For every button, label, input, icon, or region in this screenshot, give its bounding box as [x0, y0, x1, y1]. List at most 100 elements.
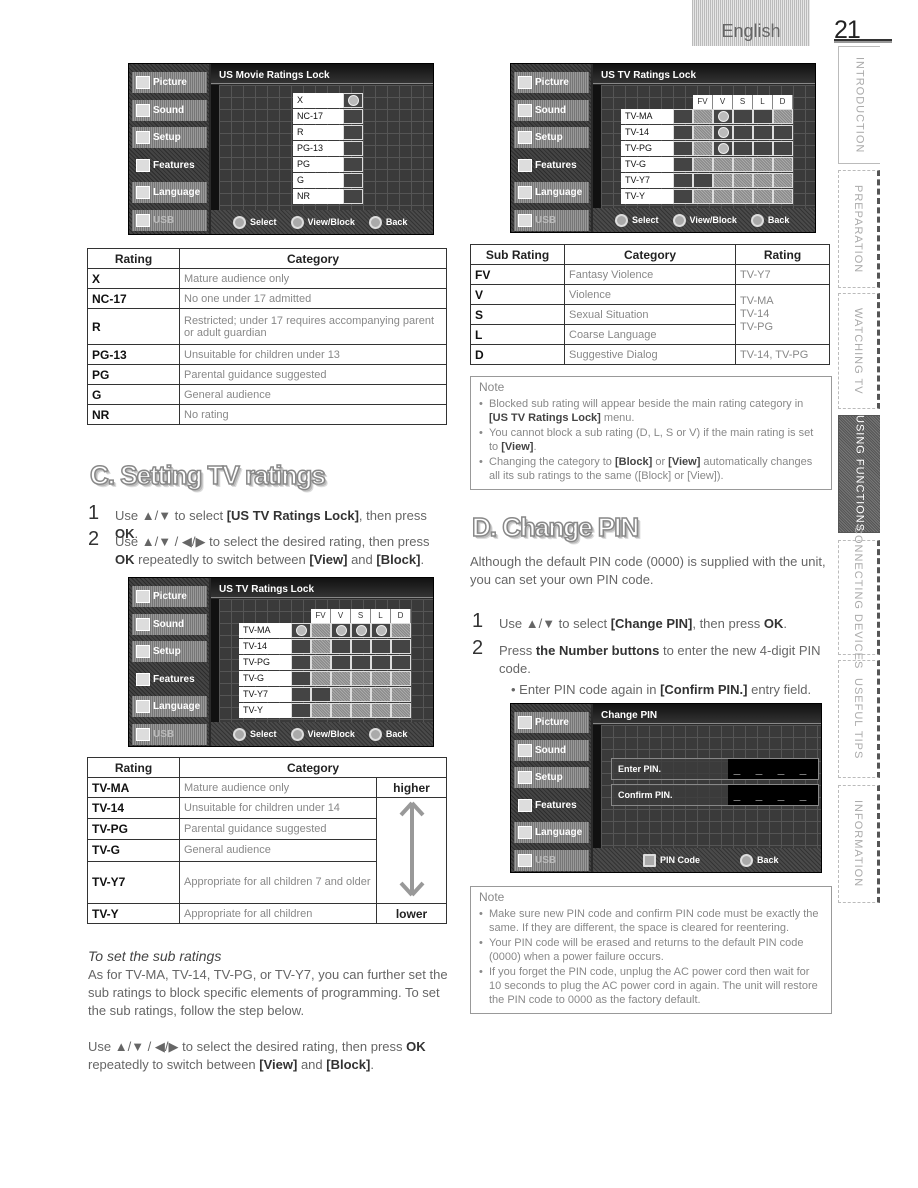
sub-lock-cell[interactable]	[713, 109, 733, 124]
tv-menu-item-features[interactable]: Features	[132, 669, 207, 690]
main-view-cell[interactable]	[673, 189, 693, 204]
movie-rating-row[interactable]: R	[293, 125, 363, 140]
movie-rating-row[interactable]: PG-13	[293, 141, 363, 156]
sub-lock-cell[interactable]	[331, 623, 351, 638]
tv-menu-item-usb[interactable]: USB	[514, 850, 589, 871]
movie-rating-row[interactable]: NR	[293, 189, 363, 204]
sub-view-cell[interactable]	[733, 109, 753, 124]
sub-view-cell[interactable]	[351, 639, 371, 654]
sub-view-cell[interactable]	[773, 141, 793, 156]
sub-view-cell[interactable]	[733, 125, 753, 140]
view-cell[interactable]	[343, 173, 363, 188]
view-cell[interactable]	[343, 157, 363, 172]
sub-lock-cell[interactable]	[371, 623, 391, 638]
sub-view-cell[interactable]	[371, 639, 391, 654]
tv-rating-row[interactable]: TV-G	[239, 671, 411, 686]
lock-cell[interactable]	[343, 93, 363, 108]
tv-menu-item-picture[interactable]: Picture	[132, 586, 207, 607]
tv-menu-item-features[interactable]: Features	[514, 155, 589, 176]
tv-menu-item-features[interactable]: Features	[132, 155, 207, 176]
tv-menu-item-setup[interactable]: Setup	[514, 767, 589, 788]
main-view-cell[interactable]	[291, 671, 311, 686]
tv-menu-item-usb[interactable]: USB	[132, 724, 207, 745]
sub-view-cell[interactable]	[331, 639, 351, 654]
tv-menu-item-setup[interactable]: Setup	[132, 641, 207, 662]
tv-rating-row[interactable]: TV-Y	[239, 703, 411, 718]
main-view-cell[interactable]	[291, 639, 311, 654]
tv-rating-row[interactable]: TV-Y	[621, 189, 793, 204]
side-tab-using-functions[interactable]: USING FUNCTIONS	[838, 415, 880, 533]
sub-lock-cell[interactable]	[713, 125, 733, 140]
view-cell[interactable]	[343, 109, 363, 124]
tv-menu-item-sound[interactable]: Sound	[514, 740, 589, 761]
rating-label: TV-MA	[621, 109, 673, 124]
main-view-cell[interactable]	[673, 157, 693, 172]
tv-rating-row[interactable]: TV-Y7	[621, 173, 793, 188]
sub-view-cell[interactable]	[773, 125, 793, 140]
side-tab-useful-tips[interactable]: USEFUL TIPS	[838, 660, 880, 778]
side-tab-information[interactable]: INFORMATION	[838, 785, 880, 903]
sub-view-cell[interactable]	[753, 141, 773, 156]
tv-menu-item-label: Setup	[153, 132, 181, 143]
movie-rating-row[interactable]: X	[293, 93, 363, 108]
view-cell[interactable]	[343, 141, 363, 156]
main-view-cell[interactable]	[673, 125, 693, 140]
movie-rating-row[interactable]: G	[293, 173, 363, 188]
tv-menu-item-picture[interactable]: Picture	[514, 72, 589, 93]
sub-view-cell[interactable]	[753, 125, 773, 140]
main-view-cell[interactable]	[673, 109, 693, 124]
tv-rating-row[interactable]: TV-14	[239, 639, 411, 654]
main-view-cell[interactable]	[673, 173, 693, 188]
tv-menu-item-features[interactable]: Features	[514, 795, 589, 816]
enter-pin-input[interactable]: _ _ _ _	[728, 759, 818, 779]
tv-rating-row[interactable]: TV-PG	[621, 141, 793, 156]
sub-view-cell[interactable]	[391, 655, 411, 670]
tv-menu-item-usb[interactable]: USB	[132, 210, 207, 231]
main-view-cell[interactable]	[291, 687, 311, 702]
sub-lock-cell[interactable]	[351, 623, 371, 638]
tv-menu-item-sound[interactable]: Sound	[132, 100, 207, 121]
main-view-cell[interactable]	[673, 141, 693, 156]
sub-view-cell[interactable]	[371, 655, 391, 670]
movie-rating-row[interactable]: NC-17	[293, 109, 363, 124]
side-tab-introduction[interactable]: INTRODUCTION	[838, 46, 880, 164]
tv-menu-item-label: Sound	[535, 105, 567, 116]
tv-rating-row[interactable]: TV-G	[621, 157, 793, 172]
sub-view-cell[interactable]	[311, 687, 331, 702]
tv-rating-row[interactable]: TV-MA	[239, 623, 411, 638]
main-view-cell[interactable]	[291, 703, 311, 718]
picture-icon	[518, 76, 532, 89]
side-tab-connecting-devices[interactable]: CONNECTING DEVICES	[838, 526, 880, 669]
main-view-cell[interactable]	[291, 655, 311, 670]
tv-rating-row[interactable]: TV-PG	[239, 655, 411, 670]
side-tab-preparation[interactable]: PREPARATION	[838, 170, 880, 288]
sub-view-cell[interactable]	[733, 141, 753, 156]
sub-view-cell[interactable]	[331, 655, 351, 670]
tv-menu-item-usb[interactable]: USB	[514, 210, 589, 231]
sub-view-cell[interactable]	[693, 173, 713, 188]
tv-menu-item-setup[interactable]: Setup	[132, 127, 207, 148]
sub-lock-cell[interactable]	[713, 141, 733, 156]
tv-menu-item-setup[interactable]: Setup	[514, 127, 589, 148]
sub-view-cell[interactable]	[391, 639, 411, 654]
tv-menu-item-sound[interactable]: Sound	[514, 100, 589, 121]
tv-menu-item-picture[interactable]: Picture	[132, 72, 207, 93]
side-tab-watching-tv[interactable]: WATCHING TV	[838, 293, 880, 409]
tv-menu-item-picture[interactable]: Picture	[514, 712, 589, 733]
tv-menu-item-language[interactable]: Language	[132, 696, 207, 717]
sub-view-cell[interactable]	[351, 655, 371, 670]
tv-menu-item-language[interactable]: Language	[132, 182, 207, 203]
tv-menu-item-language[interactable]: Language	[514, 822, 589, 843]
tv-rating-row[interactable]: TV-MA	[621, 109, 793, 124]
tv-rating-row[interactable]: TV-Y7	[239, 687, 411, 702]
sub-view-cell[interactable]	[753, 109, 773, 124]
movie-rating-row[interactable]: PG	[293, 157, 363, 172]
tv-menu-item-language[interactable]: Language	[514, 182, 589, 203]
category-cell: Fantasy Violence	[564, 264, 736, 285]
confirm-pin-input[interactable]: _ _ _ _	[728, 785, 818, 805]
tv-rating-row[interactable]: TV-14	[621, 125, 793, 140]
view-cell[interactable]	[343, 189, 363, 204]
tv-menu-item-sound[interactable]: Sound	[132, 614, 207, 635]
view-cell[interactable]	[343, 125, 363, 140]
main-lock-cell[interactable]	[291, 623, 311, 638]
